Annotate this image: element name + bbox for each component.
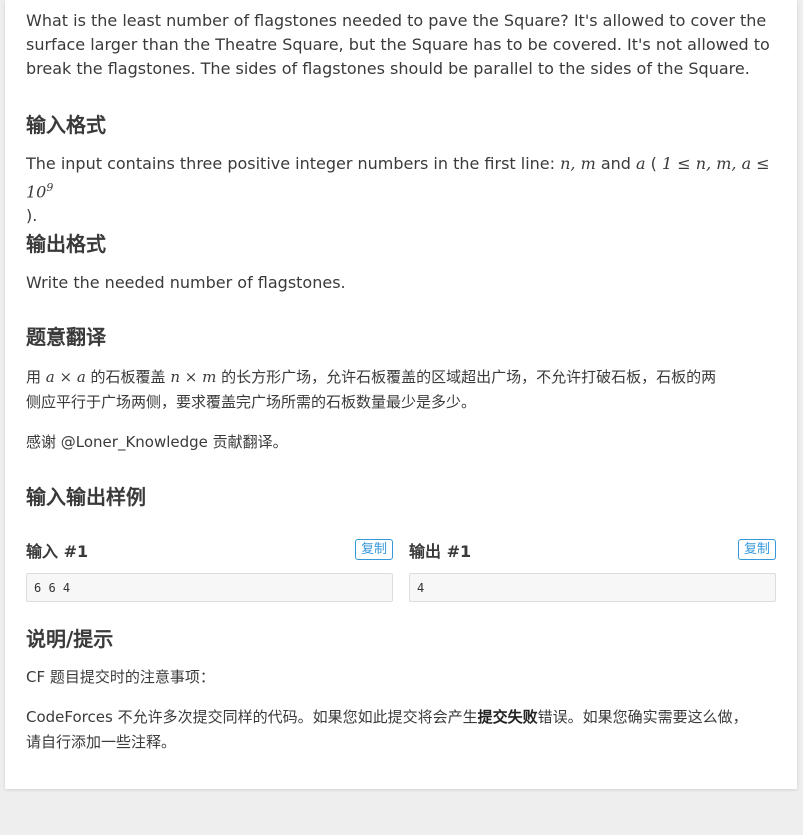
hints-bold-text: 提交失败 xyxy=(477,708,538,726)
output-format-text: Write the needed number of flagstones. xyxy=(26,273,346,292)
sample-input-box[interactable]: 6 6 4 xyxy=(26,573,393,602)
sample-output-box[interactable]: 4 xyxy=(409,573,776,602)
problem-card: What is the least number of flagstones n… xyxy=(5,0,797,789)
hints-text-1: CF 题目提交时的注意事项： xyxy=(26,668,215,686)
sample-output: 输出 #1 复制 4 xyxy=(409,532,776,602)
samples-section: 输入 #1 复制 6 6 4 输出 #1 复制 4 xyxy=(26,532,776,604)
hints-text-2: CodeForces 不允许多次提交同样的代码。如果您如此提交将会产生提交失败错… xyxy=(26,708,748,751)
samples-heading: 输入输出样例 xyxy=(26,485,146,509)
copy-input-button[interactable]: 复制 xyxy=(354,539,393,560)
hints-heading: 说明/提示 xyxy=(26,627,114,651)
translation-credit: 感谢 @Loner_Knowledge 贡献翻译。 xyxy=(26,433,288,451)
sample-input: 输入 #1 复制 6 6 4 xyxy=(26,532,393,602)
problem-content: What is the least number of flagstones n… xyxy=(26,9,778,751)
description-text: What is the least number of flagstones n… xyxy=(26,11,770,78)
input-format-heading: 输入格式 xyxy=(26,113,106,137)
sample-output-title: 输出 #1 xyxy=(409,542,472,561)
translation-heading: 题意翻译 xyxy=(26,325,106,349)
input-format-text: The input contains three positive intege… xyxy=(26,154,770,226)
copy-output-button[interactable]: 复制 xyxy=(737,539,776,560)
output-format-heading: 输出格式 xyxy=(26,232,106,256)
sample-input-title: 输入 #1 xyxy=(26,542,89,561)
translation-text: 用 a × a 的石板覆盖 n × m 的长方形广场，允许石板覆盖的区域超出广场… xyxy=(26,368,717,411)
